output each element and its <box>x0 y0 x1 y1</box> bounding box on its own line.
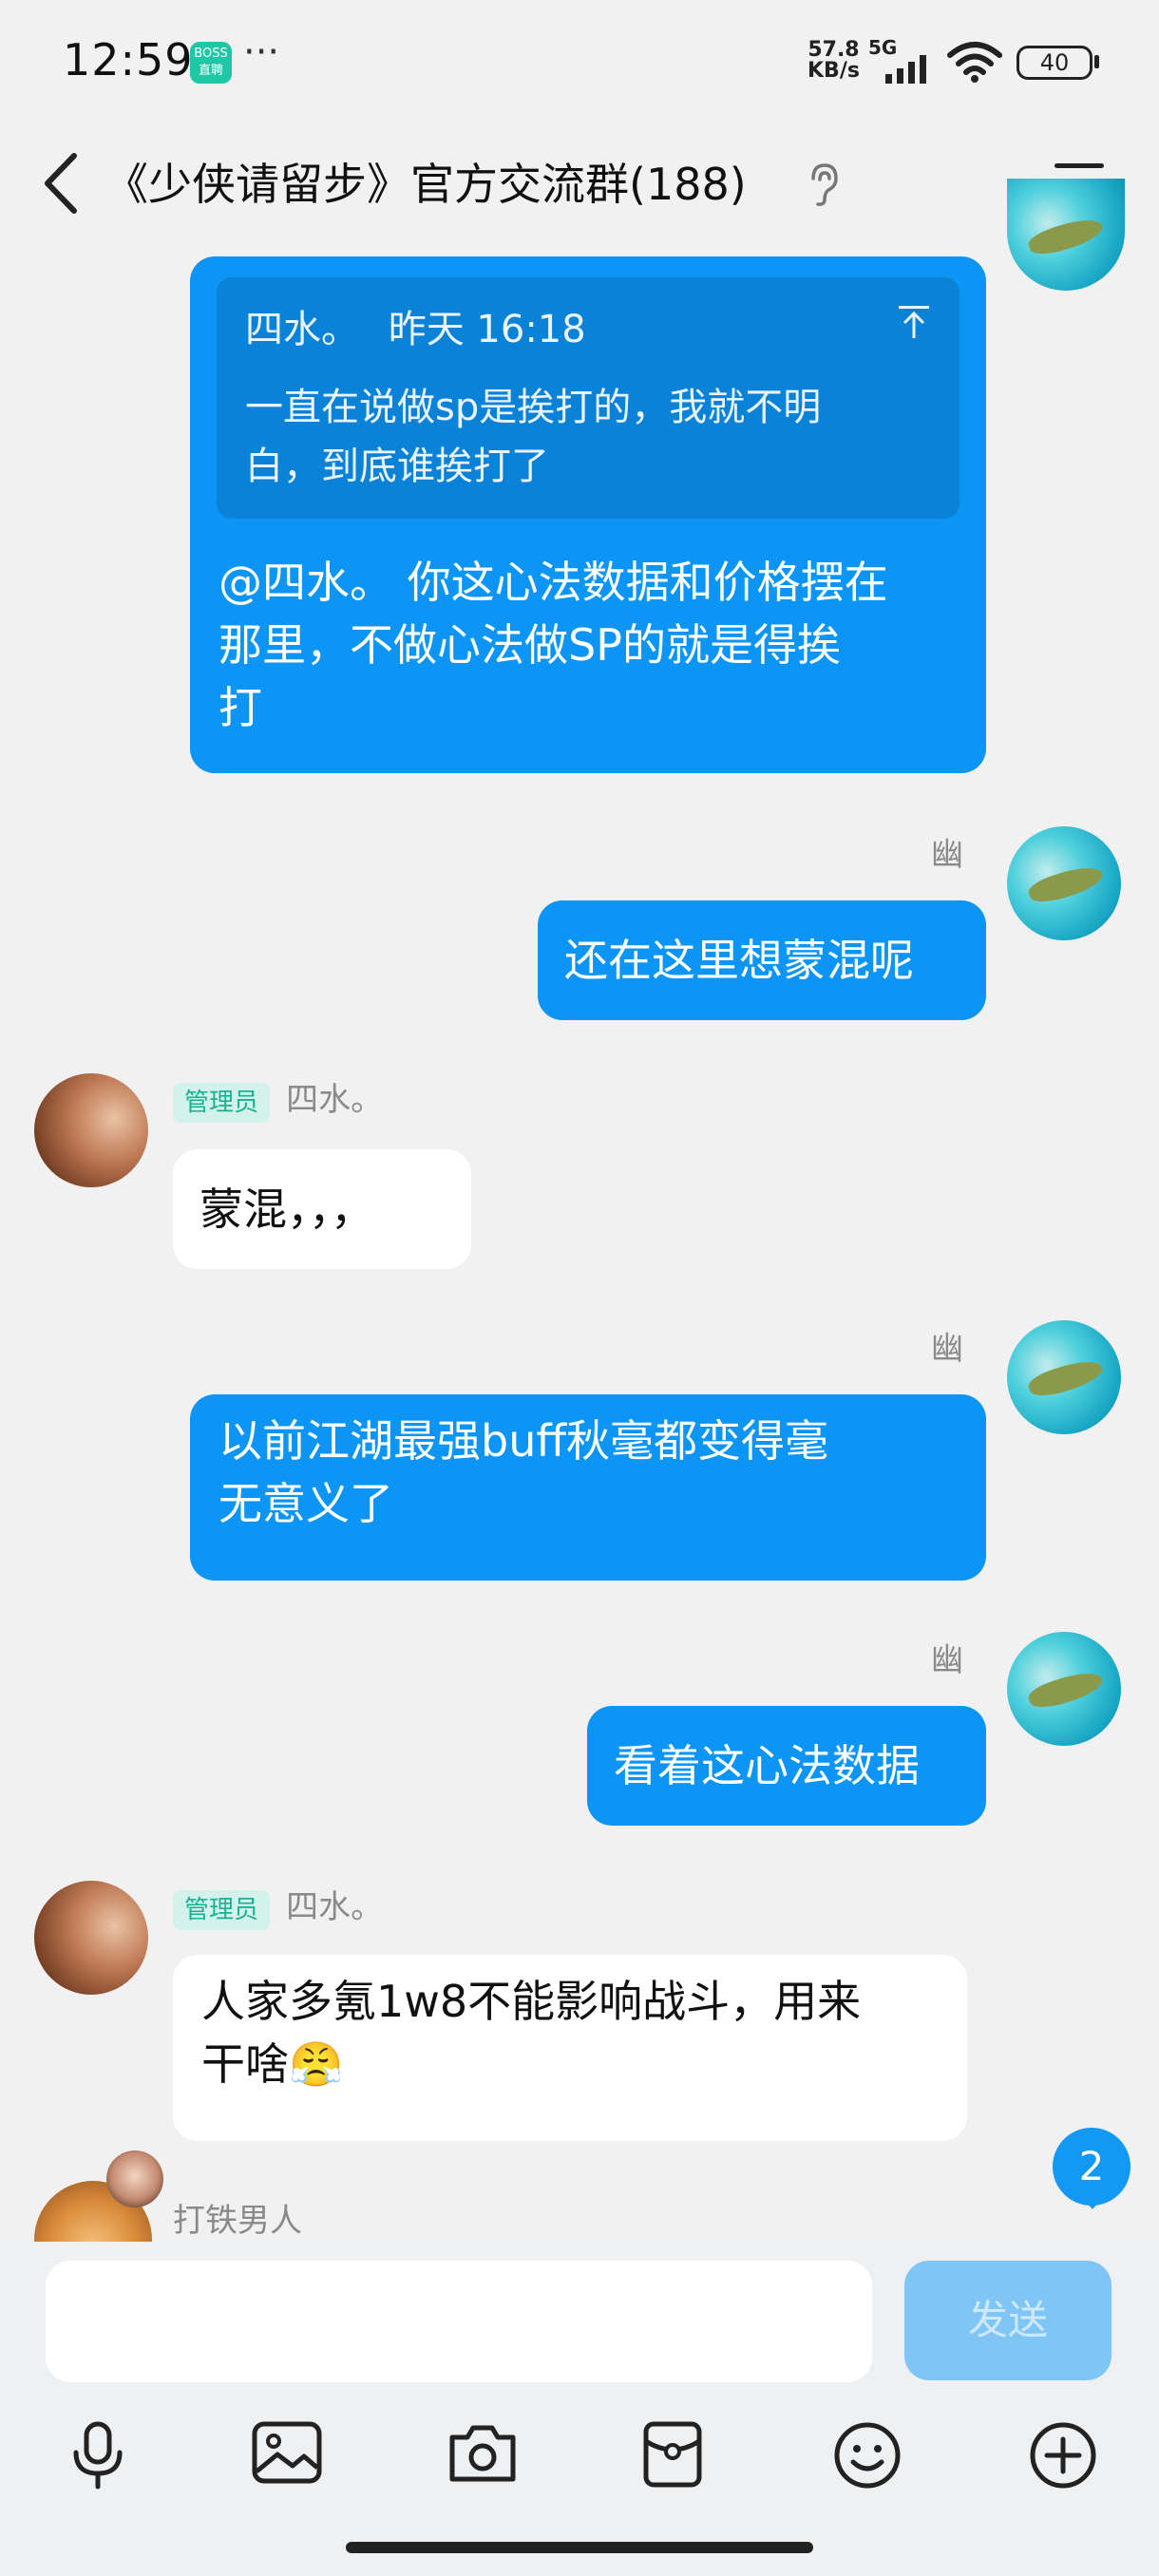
send-button[interactable]: 发送 <box>904 2261 1112 2380</box>
avatar[interactable] <box>1007 826 1121 940</box>
quote-line: 一直在说做sp是挨打的，我就不明 <box>245 386 822 429</box>
message-line: 那里，不做心法做SP的就是得挨 <box>218 619 841 671</box>
sender-name: 打铁男人 <box>173 2202 302 2240</box>
network-speed-unit: KB/s <box>808 59 860 83</box>
mic-icon[interactable] <box>66 2420 129 2491</box>
jump-to-top-icon[interactable] <box>897 304 931 340</box>
avatar[interactable] <box>1007 179 1125 291</box>
avatar-pendant <box>106 2150 163 2207</box>
message-text: 还在这里想蒙混呢 <box>564 935 914 986</box>
battery-tip <box>1094 55 1099 68</box>
network-speed-value: 57.8 <box>808 38 860 62</box>
group-title[interactable]: 《少侠请留步》官方交流群(188) <box>104 150 747 213</box>
boss-app-notification-icon: BOSS直聘 <box>190 42 232 84</box>
plus-icon[interactable] <box>1028 2420 1098 2491</box>
message-line: 无意义了 <box>218 1478 393 1529</box>
message-bubble[interactable]: 还在这里想蒙混呢 <box>538 900 986 1020</box>
quote-header: 四水。 昨天 16:18 <box>245 298 586 353</box>
message-line: 打 <box>218 682 262 733</box>
admin-badge: 管理员 <box>173 1083 271 1123</box>
quote-author: 四水。 <box>245 308 359 351</box>
unread-badge-tail <box>1081 2196 1104 2209</box>
camera-icon[interactable] <box>446 2420 519 2487</box>
quote-line: 白，到底谁挨打了 <box>245 445 549 488</box>
sender-name: 幽 <box>931 836 963 874</box>
message-bubble[interactable]: 蒙混，，， <box>173 1149 471 1269</box>
unread-count-badge[interactable]: 2 <box>1053 2128 1130 2206</box>
quote-time: 昨天 16:18 <box>388 308 586 351</box>
network-speed: 57.8 KB/s <box>808 40 860 82</box>
message-bubble[interactable]: 人家多氪1w8不能影响战斗，用来 干啥😤 <box>173 1955 967 2141</box>
emoji-icon[interactable] <box>832 2420 902 2491</box>
sender-name: 幽 <box>931 1641 963 1679</box>
sender-name: 幽 <box>931 1330 963 1368</box>
sender-row: 管理员 四水。 <box>173 1073 384 1123</box>
avatar[interactable] <box>34 1073 148 1187</box>
signal-icon <box>885 55 926 84</box>
message-text: 蒙混，，， <box>200 1184 374 1235</box>
red-packet-icon[interactable] <box>642 2420 703 2489</box>
status-time: 12:59 <box>63 34 194 85</box>
message-input[interactable] <box>46 2261 872 2382</box>
image-icon[interactable] <box>251 2420 323 2487</box>
battery-icon: 40 <box>1016 46 1092 80</box>
admin-badge: 管理员 <box>173 1890 271 1930</box>
sender-name: 四水。 <box>286 1888 384 1926</box>
back-arrow-icon[interactable] <box>38 152 86 215</box>
message-line: 以前江湖最强buff秋毫都变得毫 <box>218 1415 829 1467</box>
sender-row: 管理员 四水。 <box>173 1881 384 1930</box>
more-notifications-icon: ··· <box>243 30 280 74</box>
message-line: @四水。 你这心法数据和价格摆在 <box>218 557 888 608</box>
sender-name: 四水。 <box>286 1081 384 1119</box>
wifi-icon <box>947 42 1002 83</box>
message-bubble[interactable]: 以前江湖最强buff秋毫都变得毫 无意义了 <box>190 1394 986 1581</box>
ear-icon[interactable] <box>806 161 840 207</box>
avatar[interactable] <box>34 1881 148 1995</box>
message-line: 人家多氪1w8不能影响战斗，用来 <box>201 1976 862 2027</box>
quoted-message[interactable]: 四水。 昨天 16:18 一直在说做sp是挨打的，我就不明 白，到底谁挨打了 <box>217 277 960 519</box>
message-text: 看着这心法数据 <box>614 1740 920 1791</box>
home-indicator[interactable] <box>346 2542 813 2553</box>
quote-text: 一直在说做sp是挨打的，我就不明 白，到底谁挨打了 <box>245 378 821 496</box>
message-text: @四水。 你这心法数据和价格摆在 那里，不做心法做SP的就是得挨 打 <box>218 551 888 739</box>
avatar[interactable] <box>1007 1632 1121 1746</box>
message-bubble[interactable]: 看着这心法数据 <box>587 1706 986 1826</box>
avatar[interactable] <box>1007 1320 1121 1434</box>
message-line: 干啥😤 <box>201 2038 344 2090</box>
